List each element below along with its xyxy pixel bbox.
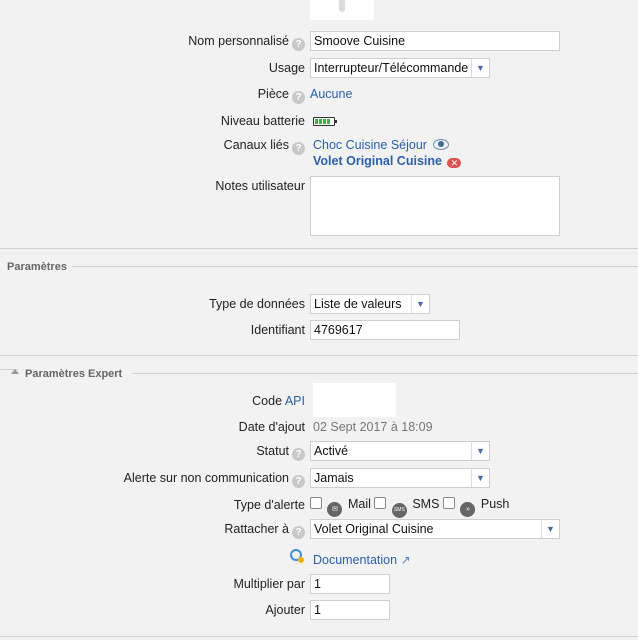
expert-section-title: Paramètres Expert (25, 368, 127, 380)
mail-icon: ✉ (327, 502, 343, 517)
alert-type-sms: SMS (412, 497, 440, 511)
push-checkbox[interactable] (442, 497, 455, 509)
push-icon: » (460, 502, 476, 517)
section-divider (0, 355, 638, 356)
linked-channel-link[interactable]: Volet Original Cuisine (313, 154, 442, 168)
status-select[interactable]: Activé ▼ (310, 441, 490, 461)
api-link[interactable]: API (285, 394, 305, 408)
alert-noncomm-select[interactable]: Jamais ▼ (310, 468, 490, 488)
add-input[interactable]: 1 (310, 600, 390, 620)
parameters-section-title: Paramètres (7, 261, 71, 273)
documentation-row: Documentation ↗ (313, 553, 411, 567)
api-code-label: Code API (252, 394, 305, 408)
mail-checkbox[interactable] (310, 497, 322, 509)
notes-label: Notes utilisateur (215, 179, 305, 193)
room-label: Pièce? (258, 87, 305, 104)
alert-noncomm-label: Alerte sur non communication? (124, 471, 305, 488)
custom-name-input[interactable]: Smoove Cuisine (310, 31, 560, 51)
question-circle-icon[interactable]: ? (292, 38, 305, 51)
documentation-icon (290, 549, 304, 563)
linked-channel-1: Choc Cuisine Séjour (313, 138, 450, 152)
notes-textarea[interactable] (310, 176, 560, 236)
attach-select[interactable]: Volet Original Cuisine ▼ (310, 519, 560, 539)
remove-link-icon[interactable]: ✕ (447, 158, 462, 168)
chevron-down-icon: ▼ (411, 295, 429, 313)
section-divider (72, 266, 638, 267)
multiply-label: Multiplier par (233, 577, 305, 591)
data-type-select[interactable]: Liste de valeurs ▼ (310, 294, 430, 314)
question-circle-icon[interactable]: ? (292, 142, 305, 155)
linked-channel-2: Volet Original Cuisine ✕ (313, 154, 462, 168)
multiply-input[interactable]: 1 (310, 574, 390, 594)
custom-name-label: Nom personnalisé? (188, 34, 305, 51)
chevron-down-icon: ▼ (471, 59, 489, 77)
chevron-down-icon: ▼ (541, 520, 559, 538)
question-circle-icon[interactable]: ? (292, 475, 305, 488)
section-divider (132, 373, 638, 374)
alert-type-push: Push (480, 497, 510, 511)
status-label: Statut? (256, 444, 305, 461)
chevron-down-icon: ▼ (471, 469, 489, 487)
identifier-input[interactable]: 4769617 (310, 320, 460, 340)
linked-channels-label: Canaux liés? (224, 138, 305, 155)
room-link[interactable]: Aucune (310, 87, 352, 101)
documentation-link[interactable]: Documentation (313, 553, 397, 567)
attach-label: Rattacher à? (224, 522, 305, 539)
eye-icon[interactable] (433, 139, 450, 150)
alert-type-options: ✉ Mail SMS SMS » Push (310, 497, 509, 518)
question-circle-icon[interactable]: ? (292, 91, 305, 104)
usage-label: Usage (268, 61, 305, 75)
question-circle-icon[interactable]: ? (292, 526, 305, 539)
battery-label: Niveau batterie (220, 114, 305, 128)
section-divider (0, 248, 638, 249)
date-added-label: Date d'ajout (238, 420, 305, 434)
identifier-label: Identifiant (250, 323, 305, 337)
sms-checkbox[interactable] (374, 497, 387, 509)
usage-select[interactable]: Interrupteur/Télécommande ▼ (310, 58, 490, 78)
add-label: Ajouter (265, 603, 305, 617)
battery-full-icon (313, 117, 337, 126)
question-circle-icon[interactable]: ? (292, 448, 305, 461)
api-code-box (313, 383, 396, 417)
chevron-down-icon: ▼ (471, 442, 489, 460)
data-type-label: Type de données (209, 297, 305, 311)
alert-type-label: Type d'alerte (233, 498, 305, 512)
triangle-up-icon[interactable] (11, 369, 19, 374)
external-link-icon[interactable]: ↗ (401, 553, 411, 567)
date-added-value: 02 Sept 2017 à 18:09 (313, 420, 433, 434)
device-image (310, 0, 374, 20)
linked-channel-link[interactable]: Choc Cuisine Séjour (313, 138, 427, 152)
sms-icon: SMS (391, 503, 407, 518)
section-divider (0, 636, 638, 637)
alert-type-mail: Mail (347, 497, 371, 511)
